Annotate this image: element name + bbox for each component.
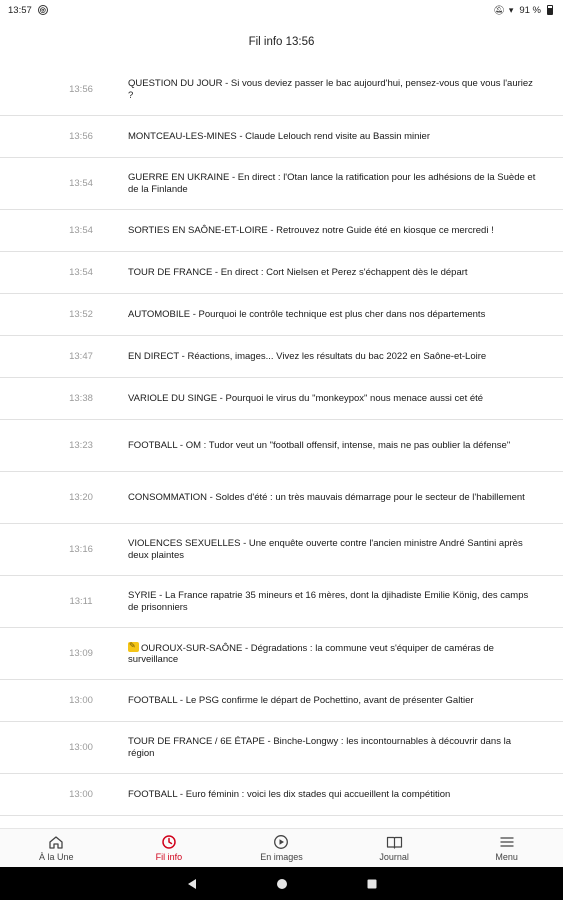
nav-label: À la Une [39, 852, 74, 862]
home-button-icon[interactable] [273, 875, 291, 893]
feed-item[interactable]: 13:54 TOUR DE FRANCE - En direct : Cort … [0, 252, 563, 294]
feed-item-title: SYRIE - La France rapatrie 35 mineurs et… [128, 590, 529, 613]
feed-item-title: SORTIES EN SAÔNE-ET-LOIRE - Retrouvez no… [128, 224, 494, 236]
nav-journal[interactable]: Journal [338, 829, 451, 867]
feed-item-partial[interactable] [0, 816, 563, 828]
feed-item-time: 13:23 [69, 440, 93, 451]
nav-a-la-une[interactable]: À la Une [0, 829, 113, 867]
feed-item[interactable]: 13:11 SYRIE - La France rapatrie 35 mine… [0, 576, 563, 628]
feed-item-title: MONTCEAU-LES-MINES - Claude Lelouch rend… [128, 130, 430, 142]
feed-item-title: VIOLENCES SEXUELLES - Une enquête ouvert… [128, 538, 523, 561]
mute-icon: 🔕︎ [493, 4, 505, 15]
bottom-navigation: À la Une Fil info En images Journal Menu [0, 828, 563, 867]
feed-item-time: 13:00 [69, 742, 93, 753]
feed-item[interactable]: 13:20 CONSOMMATION - Soldes d'été : un t… [0, 472, 563, 524]
nav-fil-info[interactable]: Fil info [113, 829, 226, 867]
feed-item-time: 13:09 [69, 648, 93, 659]
feed-item-time: 13:16 [69, 544, 93, 555]
feed-item-title: TOUR DE FRANCE - En direct : Cort Nielse… [128, 266, 468, 278]
feed-item[interactable]: 13:38 VARIOLE DU SINGE - Pourquoi le vir… [0, 378, 563, 420]
feed-item-time: 13:00 [69, 695, 93, 706]
nav-en-images[interactable]: En images [225, 829, 338, 867]
feed-item-title: FOOTBALL - Euro féminin : voici les dix … [128, 788, 451, 800]
feed-item-time: 13:54 [69, 267, 93, 278]
wifi-icon: ▾ [508, 4, 514, 15]
feed-item[interactable]: 13:47 EN DIRECT - Réactions, images... V… [0, 336, 563, 378]
premium-badge-icon [128, 640, 139, 652]
feed-item-title-text: OUROUX-SUR-SAÔNE - Dégradations : la com… [128, 642, 494, 666]
newspaper-icon [386, 834, 403, 850]
feed-item[interactable]: 13:52 AUTOMOBILE - Pourquoi le contrôle … [0, 294, 563, 336]
recents-icon[interactable] [363, 875, 381, 893]
feed-item[interactable]: 13:56 QUESTION DU JOUR - Si vous deviez … [0, 64, 563, 116]
feed-item-title: GUERRE EN UKRAINE - En direct : l'Otan l… [128, 172, 536, 195]
home-icon [48, 834, 64, 850]
system-navigation-bar [0, 867, 563, 900]
status-bar: 13:57 ◎ 🔕︎ ▾ 91 % [0, 0, 563, 20]
page-header: Fil info 13:56 [0, 20, 563, 64]
nav-label: Journal [379, 852, 409, 862]
feed-item[interactable]: 13:16 VIOLENCES SEXUELLES - Une enquête … [0, 524, 563, 576]
feed-item[interactable]: 13:00 TOUR DE FRANCE / 6E ÉTAPE - Binche… [0, 722, 563, 774]
nav-label: Menu [495, 852, 518, 862]
feed-item-title: FOOTBALL - OM : Tudor veut un "football … [128, 439, 511, 451]
feed-item-title: TOUR DE FRANCE / 6E ÉTAPE - Binche-Longw… [128, 736, 511, 759]
battery-icon [547, 5, 553, 15]
play-icon [273, 834, 289, 850]
feed-item-title: VARIOLE DU SINGE - Pourquoi le virus du … [128, 392, 484, 404]
app-notification-icon: ◎ [37, 5, 48, 15]
feed-item-time: 13:47 [69, 351, 93, 362]
nav-label: En images [260, 852, 303, 862]
feed-item[interactable]: 13:23 FOOTBALL - OM : Tudor veut un "foo… [0, 420, 563, 472]
feed-item-title: AUTOMOBILE - Pourquoi le contrôle techni… [128, 308, 486, 320]
feed-item[interactable]: 13:00 FOOTBALL - Euro féminin : voici le… [0, 774, 563, 816]
feed-item[interactable]: 13:00 FOOTBALL - Le PSG confirme le dépa… [0, 680, 563, 722]
feed-item[interactable]: 13:54 GUERRE EN UKRAINE - En direct : l'… [0, 158, 563, 210]
feed-item-time: 13:52 [69, 309, 93, 320]
back-icon[interactable] [183, 875, 201, 893]
menu-icon [500, 834, 514, 850]
battery-percent: 91 % [519, 4, 541, 16]
page-title: Fil info 13:56 [248, 36, 315, 48]
feed-item[interactable]: 13:09 OUROUX-SUR-SAÔNE - Dégradations : … [0, 628, 563, 680]
feed-item-title: OUROUX-SUR-SAÔNE - Dégradations : la com… [128, 640, 563, 666]
feed-item-title: CONSOMMATION - Soldes d'été : un très ma… [128, 491, 525, 503]
feed-item-time: 13:38 [69, 393, 93, 404]
nav-menu[interactable]: Menu [450, 829, 563, 867]
news-feed[interactable]: 13:56 QUESTION DU JOUR - Si vous deviez … [0, 64, 563, 828]
feed-item-time: 13:54 [69, 178, 93, 189]
feed-item-time: 13:00 [69, 789, 93, 800]
nav-label: Fil info [155, 852, 183, 862]
clock-icon [161, 834, 177, 850]
feed-item-time: 13:11 [69, 596, 93, 607]
feed-item[interactable]: 13:54 SORTIES EN SAÔNE-ET-LOIRE - Retrou… [0, 210, 563, 252]
feed-item-time: 13:54 [69, 225, 93, 236]
feed-item[interactable]: 13:56 MONTCEAU-LES-MINES - Claude Lelouc… [0, 116, 563, 158]
feed-item-time: 13:56 [69, 131, 93, 142]
feed-item-time: 13:20 [69, 492, 93, 503]
feed-item-time: 13:56 [69, 84, 93, 95]
feed-item-title: QUESTION DU JOUR - Si vous deviez passer… [128, 78, 533, 101]
status-time: 13:57 [8, 4, 32, 16]
feed-item-title: EN DIRECT - Réactions, images... Vivez l… [128, 350, 487, 362]
feed-item-title: FOOTBALL - Le PSG confirme le départ de … [128, 694, 474, 706]
